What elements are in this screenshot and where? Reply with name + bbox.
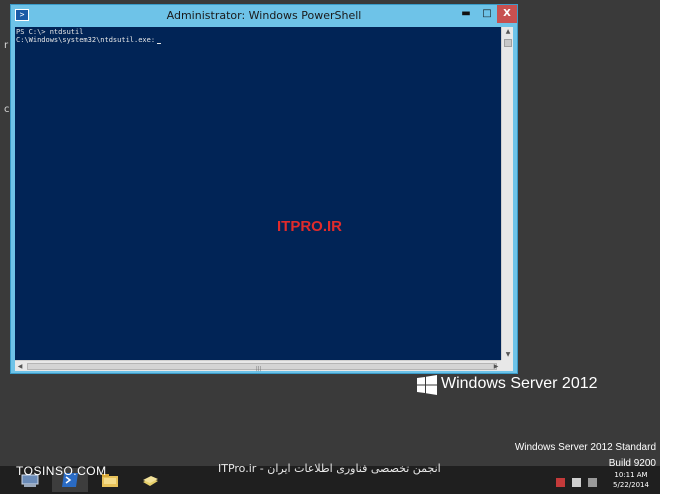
- clock-time: 10:11 AM: [614, 471, 648, 479]
- network-icon[interactable]: [572, 478, 582, 487]
- system-tray[interactable]: [556, 472, 606, 488]
- volume-icon[interactable]: [588, 478, 598, 487]
- notepad-icon: [143, 476, 158, 486]
- horizontal-scroll-thumb[interactable]: |||: [27, 363, 497, 372]
- window-title: Administrator: Windows PowerShell: [166, 9, 362, 22]
- horizontal-scrollbar[interactable]: ◀ ||| ▶: [15, 360, 501, 372]
- console-line: PS C:\> ntdsutil: [16, 28, 84, 36]
- maximize-button[interactable]: □: [477, 5, 497, 23]
- console-prompt: C:\Windows\system32\ntdsutil.exe:: [16, 36, 156, 44]
- clock[interactable]: 10:11 AM 5/22/2014: [606, 470, 656, 490]
- text-cursor: [157, 43, 162, 44]
- scrollbar-corner: [501, 360, 513, 371]
- watermark-itpro: ITPro.ir - انجمن تخصصی فناوری اطلاعات ای…: [218, 462, 441, 475]
- close-button[interactable]: X: [497, 5, 517, 23]
- branding-text: Windows Server 2012: [441, 375, 598, 392]
- scroll-right-arrow-icon[interactable]: ▶: [491, 361, 501, 372]
- edition-name: Windows Server 2012 Standard: [514, 442, 656, 453]
- minimize-button[interactable]: ▬: [455, 5, 477, 23]
- title-bar[interactable]: > Administrator: Windows PowerShell ▬ □ …: [11, 5, 517, 27]
- scroll-down-arrow-icon[interactable]: ▼: [502, 350, 514, 360]
- console-line: C:\Windows\system32\ntdsutil.exe:: [16, 36, 501, 44]
- vertical-scroll-thumb[interactable]: [504, 39, 512, 47]
- desktop-fragment: c: [4, 104, 10, 115]
- right-margin: [660, 0, 678, 494]
- flag-icon[interactable]: [556, 478, 565, 487]
- clock-date: 5/22/2014: [613, 481, 649, 489]
- scroll-left-arrow-icon[interactable]: ◀: [15, 361, 25, 372]
- powershell-window[interactable]: > Administrator: Windows PowerShell ▬ □ …: [10, 4, 518, 374]
- desktop: r c > Administrator: Windows PowerShell …: [0, 0, 660, 494]
- taskbar-notepad[interactable]: [132, 468, 168, 492]
- watermark-logo: ITPRO.IR: [277, 218, 343, 235]
- desktop-fragment: r: [4, 40, 9, 51]
- console-area[interactable]: PS C:\> ntdsutil C:\Windows\system32\ntd…: [15, 27, 501, 360]
- scroll-up-arrow-icon[interactable]: ▲: [502, 27, 514, 37]
- grip-icon: |||: [256, 366, 262, 372]
- watermark-tosinso: TOSINSO.COM: [16, 464, 107, 478]
- windows-logo-icon: [417, 375, 437, 395]
- vertical-scrollbar[interactable]: ▲ ▼: [501, 27, 513, 360]
